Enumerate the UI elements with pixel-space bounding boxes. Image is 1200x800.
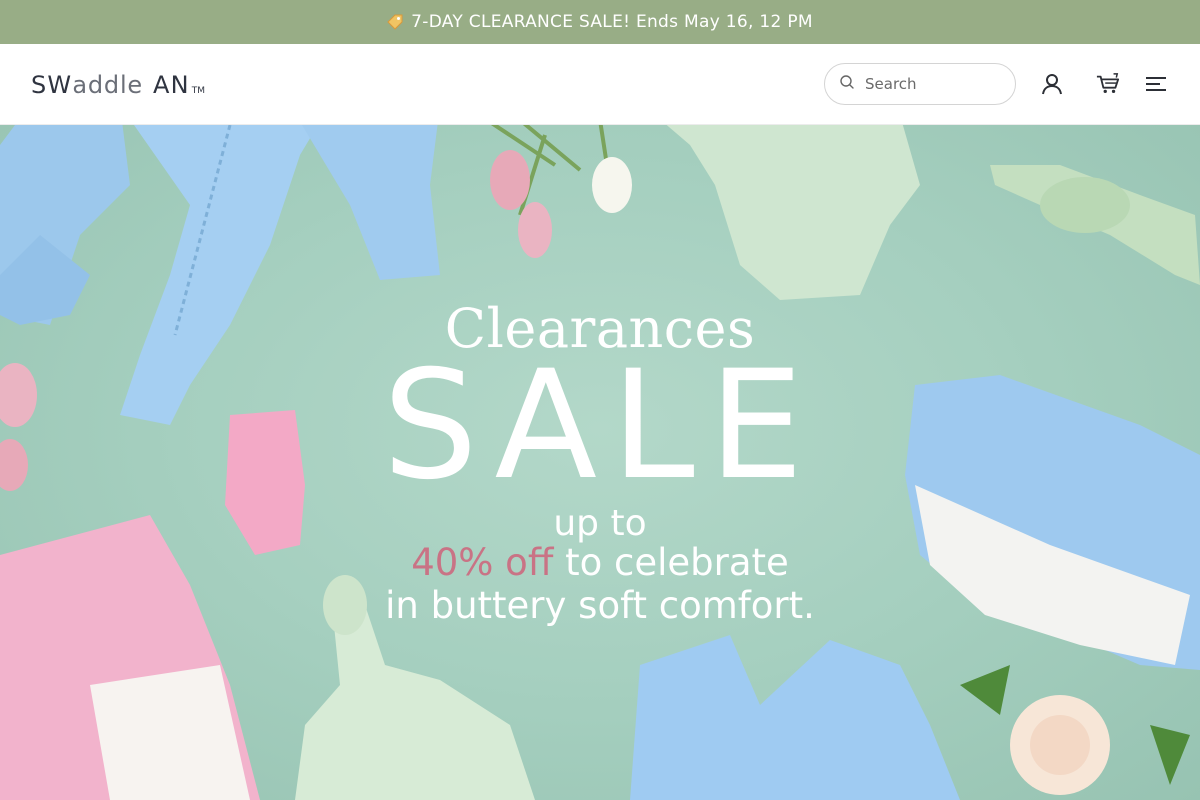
announcement-text: 7-DAY CLEARANCE SALE! Ends May 16, 12 PM <box>411 12 813 32</box>
brand-logo[interactable]: SW addle AN TM <box>31 69 205 99</box>
hero-banner[interactable]: Clearances SALE up to 40% off to celebra… <box>0 125 1200 800</box>
search-icon <box>839 74 855 94</box>
menu-icon[interactable] <box>1144 72 1168 96</box>
hero-subline-3: in buttery soft comfort. <box>385 584 815 627</box>
cart-icon[interactable] <box>1096 72 1120 96</box>
search-input[interactable] <box>865 75 1005 93</box>
hero-headline: SALE <box>382 339 818 513</box>
search-box[interactable] <box>824 63 1016 105</box>
hero-discount: 40% off <box>411 541 554 584</box>
logo-part: AN <box>152 71 190 99</box>
announcement-bar[interactable]: 7-DAY CLEARANCE SALE! Ends May 16, 12 PM <box>0 0 1200 44</box>
logo-part: SW <box>31 71 73 99</box>
hero-subline-1: up to <box>553 503 647 544</box>
price-tag-icon <box>387 14 403 30</box>
hero-subline-2: 40% off to celebrate <box>0 541 1200 584</box>
logo-part: addle <box>72 71 143 99</box>
hero-text: Clearances SALE up to 40% off to celebra… <box>0 125 1200 800</box>
hero-subline-2-rest: to celebrate <box>553 541 789 584</box>
account-icon[interactable] <box>1040 72 1064 96</box>
site-header: SW addle AN TM <box>0 44 1200 125</box>
logo-trademark: TM <box>191 86 206 96</box>
